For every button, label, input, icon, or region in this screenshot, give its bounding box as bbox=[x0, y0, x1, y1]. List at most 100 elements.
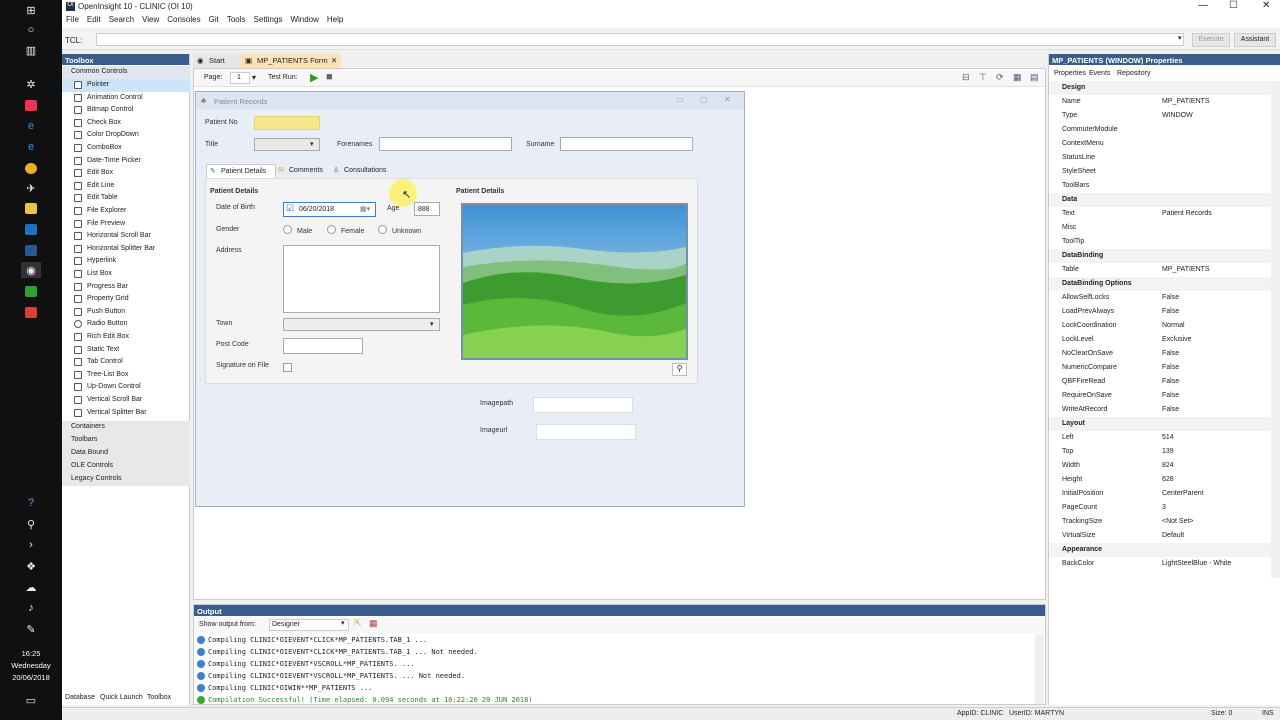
pen-icon[interactable]: ✎ bbox=[21, 621, 41, 637]
toolbox-item[interactable]: Animation Control bbox=[62, 92, 190, 105]
post-code-field[interactable] bbox=[283, 338, 363, 354]
openinsight-icon[interactable]: ◉ bbox=[21, 262, 41, 278]
browser-icon[interactable] bbox=[21, 97, 41, 113]
toolbox-item[interactable]: ComboBox bbox=[62, 142, 190, 155]
app-icon-1[interactable]: ✲ bbox=[21, 76, 41, 92]
town-dropdown[interactable]: ▾ bbox=[283, 318, 440, 331]
property-row[interactable]: AllowSelfLocks False bbox=[1049, 291, 1271, 305]
property-section[interactable]: DataBinding Options bbox=[1049, 277, 1271, 291]
property-row[interactable]: StatusLine bbox=[1049, 151, 1271, 165]
toolbox-item[interactable]: Horizontal Scroll Bar bbox=[62, 230, 190, 243]
play-icon[interactable]: ▶ bbox=[310, 71, 318, 84]
group-containers[interactable]: Containers bbox=[62, 421, 190, 434]
menu-consoles[interactable]: Consoles bbox=[163, 13, 204, 26]
toolbox-item[interactable]: Progress Bar bbox=[62, 281, 190, 294]
toolbox-item[interactable]: Vertical Splitter Bar bbox=[62, 407, 190, 420]
group-ole-controls[interactable]: OLE Controls bbox=[62, 460, 190, 473]
group-data-bound[interactable]: Data Bound bbox=[62, 447, 190, 460]
toolbox-item[interactable]: Rich Edit Box bbox=[62, 331, 190, 344]
toolbox-item[interactable]: Static Text bbox=[62, 344, 190, 357]
property-row[interactable]: Width 824 bbox=[1049, 459, 1271, 473]
property-row[interactable]: LoadPrevAlways False bbox=[1049, 305, 1271, 319]
property-row[interactable]: Left 514 bbox=[1049, 431, 1271, 445]
chevron-down-icon[interactable]: ▾ bbox=[1178, 34, 1182, 42]
align-top-icon[interactable]: ⊤ bbox=[979, 72, 987, 83]
property-row[interactable]: LockCoordination Normal bbox=[1049, 319, 1271, 333]
assistant-button[interactable]: Assistant bbox=[1234, 33, 1276, 47]
toolbox-item[interactable]: Push Button bbox=[62, 306, 190, 319]
clear-output-icon[interactable]: ▦ bbox=[369, 618, 378, 629]
property-section[interactable]: Data bbox=[1049, 193, 1271, 207]
property-row[interactable]: Name MP_PATIENTS bbox=[1049, 95, 1271, 109]
forenames-field[interactable] bbox=[379, 137, 512, 151]
title-dropdown[interactable]: ▾ bbox=[254, 138, 320, 151]
surname-field[interactable] bbox=[560, 137, 693, 151]
magnifier-icon[interactable]: ⚲ bbox=[672, 363, 687, 376]
tab-properties[interactable]: Properties bbox=[1052, 67, 1088, 80]
tab-mp-patients-form[interactable]: ▣ MP_PATIENTS Form ✕ bbox=[241, 54, 341, 68]
menu-help[interactable]: Help bbox=[323, 13, 347, 26]
property-section[interactable]: Layout bbox=[1049, 417, 1271, 431]
toolbox-item[interactable]: Radio Button bbox=[62, 318, 190, 331]
execute-button[interactable]: Execute bbox=[1192, 33, 1230, 47]
property-row[interactable]: Table MP_PATIENTS bbox=[1049, 263, 1271, 277]
property-section[interactable]: DataBinding bbox=[1049, 249, 1271, 263]
toolbox-item[interactable]: Horizontal Splitter Bar bbox=[62, 243, 190, 256]
imagepath-field[interactable] bbox=[533, 397, 633, 413]
toolbox-item[interactable]: Color DropDown bbox=[62, 129, 190, 142]
toolbox-item[interactable]: Edit Line bbox=[62, 180, 190, 193]
toolbox-item[interactable]: File Explorer bbox=[62, 205, 190, 218]
layout-icon[interactable]: ▤ bbox=[1030, 72, 1039, 83]
toolbox-item[interactable]: Date-Time Picker bbox=[62, 155, 190, 168]
app-icon-3[interactable] bbox=[21, 283, 41, 299]
imageurl-field[interactable] bbox=[536, 424, 636, 440]
toolbox-item[interactable]: Edit Table bbox=[62, 192, 190, 205]
tab-patient-details[interactable]: ✎ Patient Details bbox=[206, 164, 276, 178]
property-row[interactable]: Misc bbox=[1049, 221, 1271, 235]
properties-scrollbar[interactable] bbox=[1271, 81, 1280, 578]
refresh-icon[interactable]: ⟳ bbox=[996, 72, 1004, 83]
property-row[interactable]: NumericCompare False bbox=[1049, 361, 1271, 375]
property-row[interactable]: WriteAtRecord False bbox=[1049, 403, 1271, 417]
stop-icon[interactable]: ■ bbox=[326, 71, 333, 83]
toolbox-item[interactable]: Vertical Scroll Bar bbox=[62, 394, 190, 407]
radio-female[interactable] bbox=[327, 225, 336, 234]
calendar-icon[interactable]: ▦▾ bbox=[360, 205, 370, 213]
go-to-icon[interactable]: ⇱ bbox=[354, 618, 362, 629]
property-row[interactable]: ToolTip bbox=[1049, 235, 1271, 249]
toolbox-item[interactable]: Edit Box bbox=[62, 167, 190, 180]
property-row[interactable]: RequireOnSave False bbox=[1049, 389, 1271, 403]
menu-settings[interactable]: Settings bbox=[250, 13, 287, 26]
toolbox-item[interactable]: Check Box bbox=[62, 117, 190, 130]
property-row[interactable]: NoClearOnSave False bbox=[1049, 347, 1271, 361]
tab-events[interactable]: Events bbox=[1089, 67, 1110, 80]
signature-checkbox[interactable] bbox=[283, 363, 292, 372]
close-tab-icon[interactable]: ✕ bbox=[331, 54, 337, 68]
radio-unknown[interactable] bbox=[378, 225, 387, 234]
dob-field[interactable]: ☑ 06/20/2018 ▦▾ bbox=[283, 202, 376, 217]
tab-consultations[interactable]: ♙ Consultations bbox=[332, 164, 398, 178]
property-row[interactable]: Text Patient Records bbox=[1049, 207, 1271, 221]
property-row[interactable]: VirtualSize Default bbox=[1049, 529, 1271, 543]
menu-view[interactable]: View bbox=[138, 13, 163, 26]
toolbox-item[interactable]: Bitmap Control bbox=[62, 104, 190, 117]
property-section[interactable]: Appearance bbox=[1049, 543, 1271, 557]
output-scrollbar[interactable] bbox=[1035, 634, 1044, 704]
menu-git[interactable]: Git bbox=[205, 13, 223, 26]
property-row[interactable]: Type WINDOW bbox=[1049, 109, 1271, 123]
form-window[interactable]: ♣ Patient Records ▭ ▢ ✕ Patient No Title… bbox=[195, 91, 745, 507]
toolbox-item[interactable]: Tab Control bbox=[62, 356, 190, 369]
outlook-icon[interactable] bbox=[21, 221, 41, 237]
maximize-icon[interactable]: ☐ bbox=[1229, 0, 1238, 11]
toolbox-item[interactable]: Pointer bbox=[62, 79, 190, 92]
minimize-icon[interactable]: — bbox=[1198, 0, 1208, 11]
task-view-icon[interactable]: ▥ bbox=[21, 42, 41, 58]
patient-image[interactable] bbox=[461, 203, 688, 360]
folder-icon[interactable] bbox=[21, 200, 41, 216]
property-row[interactable]: Top 139 bbox=[1049, 445, 1271, 459]
toolbox-item[interactable]: Tree-List Box bbox=[62, 369, 190, 382]
menu-edit[interactable]: Edit bbox=[83, 13, 105, 26]
tab-repository[interactable]: Repository bbox=[1117, 67, 1150, 80]
property-row[interactable]: ContextMenu bbox=[1049, 137, 1271, 151]
group-common-controls[interactable]: Common Controls bbox=[62, 66, 190, 79]
